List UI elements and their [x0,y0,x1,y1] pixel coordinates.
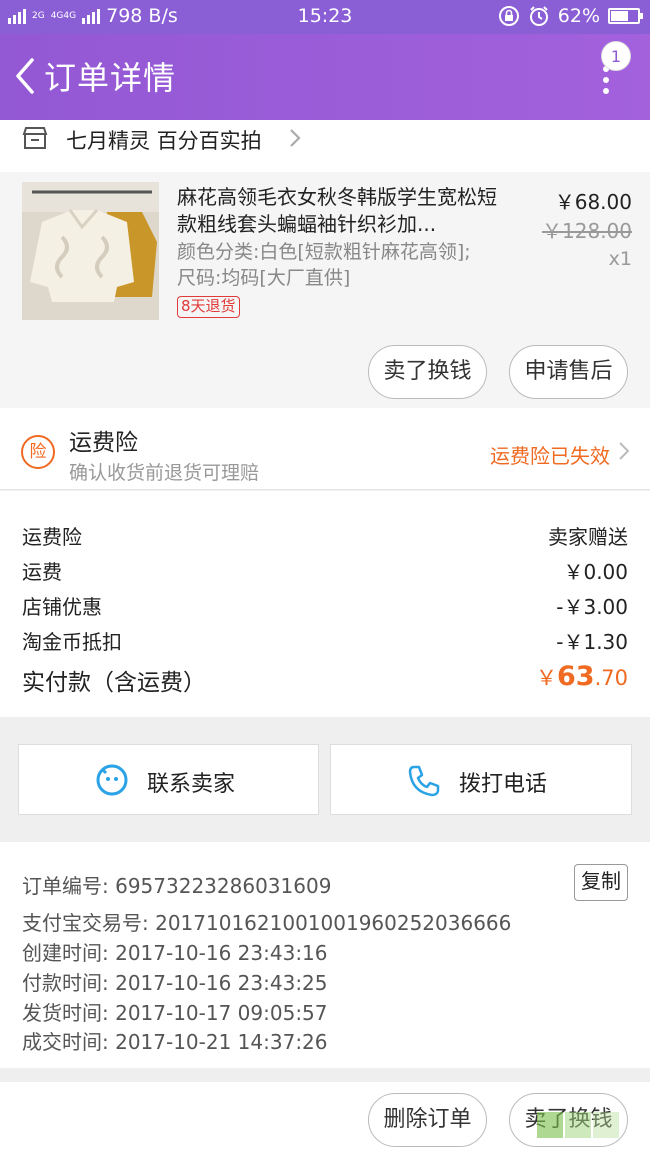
total-label: 实付款（含运费） [22,670,206,696]
contact-seller-label: 联系卖家 [147,772,236,797]
cost-row-coin-deduction: 淘金币抵扣 -￥1.30 [22,630,628,654]
shipped-time: 发货时间: 2017-10-17 09:05:57 [22,1001,328,1025]
status-bar: 2G 4G4G 798 B/s 15:23 62% [0,0,650,34]
chevron-right-icon [619,442,630,460]
original-price: ￥128.00 [542,219,632,243]
shipping-insurance-row[interactable]: 险 运费险 确认收货前退货可理赔 运费险已失效 [0,408,650,490]
phone-icon [408,765,440,797]
call-phone-button[interactable]: 拨打电话 [330,744,632,815]
insurance-status: 运费险已失效 [490,444,610,468]
page-title: 订单详情 [44,59,177,97]
chevron-right-icon [290,129,301,147]
watermark-logo [537,1112,619,1138]
quantity: x1 [608,248,632,270]
cost-row-insurance: 运费险 卖家赠送 [22,525,628,549]
total-amount: ￥63.70 [536,661,628,692]
shop-icon [22,127,48,149]
back-arrow-icon[interactable] [8,54,44,98]
call-phone-label: 拨打电话 [459,772,548,797]
app-header: 订单详情 1 [0,34,650,120]
after-sale-button[interactable]: 申请售后 [509,345,628,399]
return-policy-tag: 8天退货 [177,296,240,318]
notification-badge: 1 [601,41,631,71]
completed-time: 成交时间: 2017-10-21 14:37:26 [22,1030,328,1054]
cost-row-shop-discount: 店铺优惠 -￥3.00 [22,595,628,619]
alarm-icon [529,6,548,26]
order-info: 订单编号: 69573223286031609 复制 支付宝交易号: 20171… [0,842,650,1068]
product-price: ￥68.00 [554,190,632,214]
paid-time: 付款时间: 2017-10-16 23:43:25 [22,971,328,995]
copy-button[interactable]: 复制 [574,864,628,901]
alipay-trade-number: 支付宝交易号: 2017101621001001960252036666 [22,911,512,935]
sweater-image [22,182,159,320]
cost-row-shipping: 运费 ￥0.00 [22,560,628,584]
chat-bubble-icon [96,764,128,796]
rotation-lock-icon [498,6,519,26]
insurance-subtitle: 确认收货前退货可理赔 [69,462,260,484]
shop-name: 七月精灵 百分百实拍 [66,129,262,153]
product-item[interactable]: 麻花高领毛衣女秋冬韩版学生宽松短款粗线套头蝙蝠袖针织衫加... 颜色分类:白色[… [0,172,650,408]
product-title: 麻花高领毛衣女秋冬韩版学生宽松短款粗线套头蝙蝠袖针织衫加... [177,185,497,236]
battery-percent: 62% [557,5,600,27]
created-time: 创建时间: 2017-10-16 23:43:16 [22,941,328,965]
contact-seller-button[interactable]: 联系卖家 [18,744,319,815]
insurance-icon: 险 [21,435,55,469]
cost-breakdown: 运费险 卖家赠送 运费 ￥0.00 店铺优惠 -￥3.00 淘金币抵扣 -￥1.30 实… [0,491,650,717]
sell-for-cash-button[interactable]: 卖了换钱 [368,345,487,399]
total-paid-row: 实付款（含运费） ￥63.70 [22,661,628,697]
shop-row[interactable]: 七月精灵 百分百实拍 [0,120,650,172]
order-number: 订单编号: 69573223286031609 [22,874,332,898]
product-spec: 颜色分类:白色[短款粗针麻花高领];尺码:均码[大厂直供] [177,241,471,289]
insurance-title: 运费险 [69,430,138,456]
product-image[interactable] [22,182,159,320]
delete-order-button[interactable]: 删除订单 [368,1093,487,1147]
battery-icon [608,8,643,24]
